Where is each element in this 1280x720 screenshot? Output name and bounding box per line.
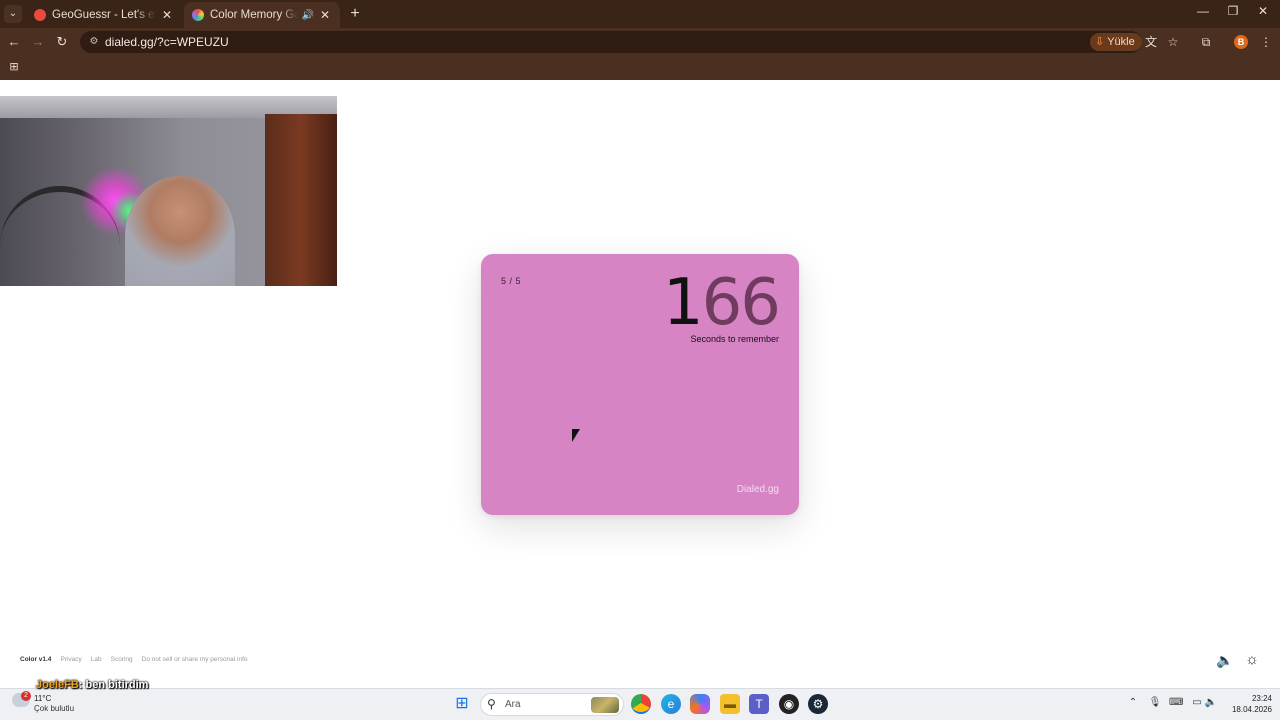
color-memory-card[interactable]: 5 / 5 166 Seconds to remember Dialed.gg <box>481 254 799 515</box>
chat-username: JoeleFB <box>36 679 79 691</box>
version-label: Color v1.4 <box>20 656 52 663</box>
install-app-button[interactable]: ⇩ Yükle <box>1090 33 1142 51</box>
timer-first-digit: 1 <box>662 266 704 340</box>
install-label: Yükle <box>1107 36 1135 48</box>
restore-icon[interactable]: ❐ <box>1218 4 1248 18</box>
footer-link-scoring[interactable]: Scoring <box>111 656 133 663</box>
tab-title: Color Memory Game — How good are you wit… <box>210 9 298 21</box>
search-icon: ⚲ <box>487 697 496 711</box>
translate-icon[interactable]: 文 <box>1142 33 1160 51</box>
forward-arrow-icon[interactable]: → <box>29 33 47 51</box>
windows-taskbar: 2 11°C Çok bulutlu ⊞ ⚲ Ara e ▬ T ◉ ⚙ ⌃ 🎙… <box>0 688 1280 720</box>
theme-toggle-sun-icon[interactable]: ☼ <box>1243 651 1261 669</box>
notification-badge: 2 <box>21 691 31 701</box>
dialed-favicon-icon <box>192 9 204 21</box>
extensions-icon[interactable]: ⧉ <box>1197 33 1215 51</box>
menu-dots-icon[interactable]: ⋮ <box>1257 33 1275 51</box>
weather-description[interactable]: Çok bulutlu <box>34 704 74 713</box>
steam-app-icon[interactable]: ⚙ <box>808 694 828 714</box>
footer-link-privacy[interactable]: Privacy <box>60 656 81 663</box>
browser-toolbar: ← → ↻ ⚙ dialed.gg/?c=WPEUZU ⇩ Yükle 文 ☆ … <box>0 28 1280 56</box>
edge-app-icon[interactable]: e <box>661 694 681 714</box>
countdown-timer: 166 <box>662 266 781 340</box>
address-bar[interactable]: ⚙ dialed.gg/?c=WPEUZU <box>80 31 1142 53</box>
tab-geoguessr[interactable]: GeoGuessr - Let's explore the world! ✕ <box>26 2 182 28</box>
url-text[interactable]: dialed.gg/?c=WPEUZU <box>105 35 229 49</box>
webcam-streamer <box>125 176 235 286</box>
back-arrow-icon[interactable]: ← <box>5 33 23 51</box>
tab-title: GeoGuessr - Let's explore the world! <box>52 9 156 21</box>
geoguessr-favicon-icon <box>34 9 46 21</box>
site-info-icon[interactable]: ⚙ <box>87 35 101 49</box>
timer-rest-digits: 66 <box>701 266 781 340</box>
tab-audio-icon[interactable]: 🔊 <box>302 10 314 21</box>
copilot-app-icon[interactable] <box>690 694 710 714</box>
windows-start-icon[interactable]: ⊞ <box>452 694 472 714</box>
obs-app-icon[interactable]: ◉ <box>779 694 799 714</box>
clock-date[interactable]: 18.04.2026 <box>1226 705 1272 714</box>
search-highlight-image <box>591 697 619 713</box>
new-tab-button[interactable]: + <box>346 5 364 23</box>
network-icon[interactable]: ▭ <box>1190 697 1204 708</box>
install-icon: ⇩ <box>1095 36 1105 48</box>
webcam-overlay <box>0 96 337 286</box>
tray-overflow-chevron-icon[interactable]: ⌃ <box>1126 697 1140 708</box>
bookmark-star-icon[interactable]: ☆ <box>1164 33 1182 51</box>
chat-message: : ben bitirdim <box>78 679 149 691</box>
minimize-icon[interactable]: — <box>1188 4 1218 18</box>
footer-link-do-not-sell[interactable]: Do not sell or share my personal info <box>142 656 248 663</box>
stream-chat-overlay: JoeleFB: ben bitirdim <box>36 679 148 691</box>
tab-close-icon[interactable]: ✕ <box>318 8 332 22</box>
page-footer: Color v1.4 Privacy Lab Scoring Do not se… <box>20 656 248 663</box>
tab-close-icon[interactable]: ✕ <box>160 8 174 22</box>
microphone-icon[interactable]: 🎙 <box>1148 697 1162 708</box>
volume-icon[interactable]: 🔈 <box>1204 697 1218 708</box>
close-window-icon[interactable]: ✕ <box>1248 4 1278 18</box>
tab-color-memory-game[interactable]: Color Memory Game — How good are you wit… <box>184 2 340 28</box>
keyboard-icon[interactable]: ⌨ <box>1169 697 1183 708</box>
webcam-door <box>265 114 337 286</box>
file-explorer-icon[interactable]: ▬ <box>720 694 740 714</box>
clock-time[interactable]: 23:24 <box>1244 694 1272 703</box>
weather-temperature[interactable]: 11°C <box>34 694 51 703</box>
sound-toggle-icon[interactable]: 🔈 <box>1216 651 1234 669</box>
footer-link-lab[interactable]: Lab <box>91 656 102 663</box>
apps-grid-icon[interactable]: ⊞ <box>7 60 21 74</box>
reload-icon[interactable]: ↻ <box>53 33 71 51</box>
brand-watermark: Dialed.gg <box>736 484 779 495</box>
search-placeholder: Ara <box>505 699 521 710</box>
browser-tabstrip: ⌄ GeoGuessr - Let's explore the world! ✕… <box>0 0 1280 28</box>
timer-caption: Seconds to remember <box>690 334 779 344</box>
teams-app-icon[interactable]: T <box>749 694 769 714</box>
taskbar-search[interactable]: ⚲ Ara <box>480 693 624 716</box>
chrome-app-icon[interactable] <box>631 694 651 714</box>
profile-avatar[interactable]: B <box>1234 35 1248 49</box>
tab-search-chevron-icon[interactable]: ⌄ <box>4 5 22 23</box>
round-counter: 5 / 5 <box>501 276 522 286</box>
mouse-cursor-icon <box>572 429 580 442</box>
bookmarks-bar: ⊞ <box>0 56 1280 80</box>
